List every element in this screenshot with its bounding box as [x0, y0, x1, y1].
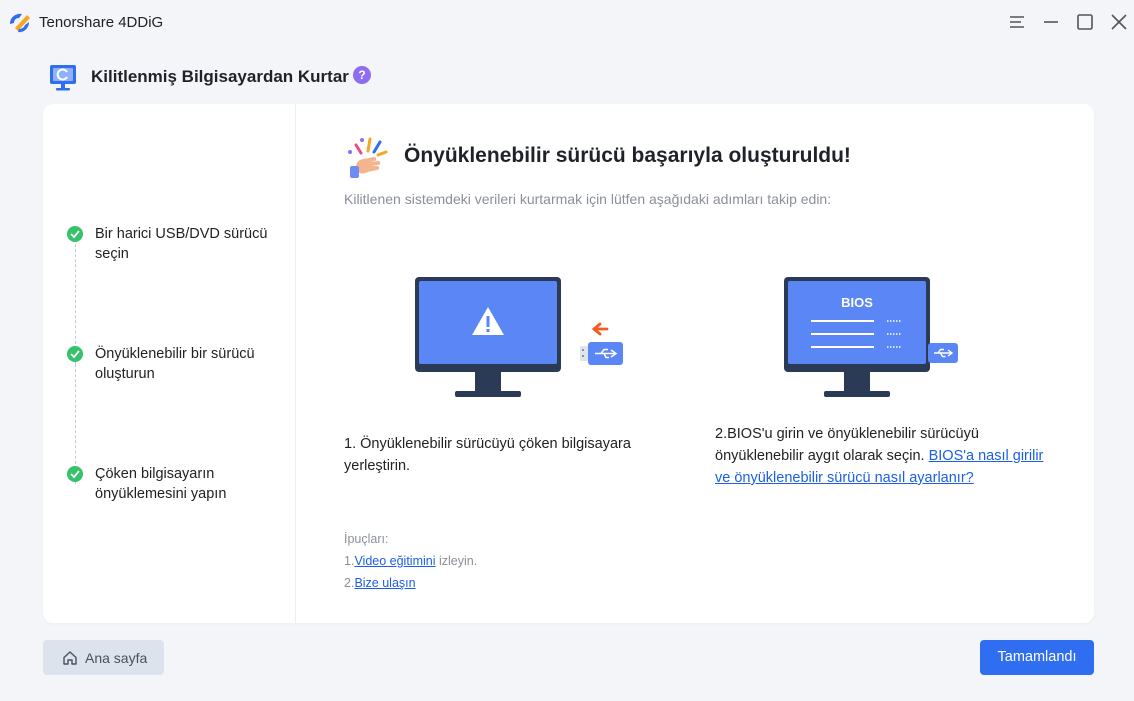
- video-tutorial-link[interactable]: Video eğitimini: [354, 554, 435, 568]
- title-bar: Tenorshare 4DDiG: [0, 0, 1134, 44]
- maximize-icon[interactable]: [1075, 12, 1095, 32]
- page-title: Kilitlenmiş Bilgisayardan Kurtar: [91, 67, 349, 86]
- step2-text: 2.BIOS'u girin ve önyüklenebilir sürücüy…: [715, 423, 1045, 489]
- tip-1-number: 1.: [344, 554, 355, 568]
- done-button[interactable]: Tamamlandı: [980, 640, 1094, 675]
- home-button-label: Ana sayfa: [85, 650, 148, 666]
- tip-2-number: 2.: [344, 576, 355, 590]
- instruction-text: Kilitlenen sistemdeki verileri kurtarmak…: [344, 191, 832, 207]
- celebration-icon: [348, 137, 388, 178]
- bios-label: BIOS: [841, 295, 873, 310]
- minimize-icon[interactable]: [1041, 12, 1061, 32]
- help-icon[interactable]: ?: [353, 66, 371, 84]
- tip-1: 1.Video eğitimini izleyin.: [344, 550, 477, 572]
- step-label: Bir harici USB/DVD sürücü seçin: [95, 226, 268, 262]
- bios-illustration: BIOS: [784, 277, 958, 397]
- computer-recovery-icon: [50, 65, 76, 91]
- close-icon[interactable]: [1109, 12, 1129, 32]
- app-logo-icon: [10, 13, 30, 33]
- contact-us-link[interactable]: Bize ulaşın: [354, 576, 415, 590]
- content-area: Önyüklenebilir sürücü başarıyla oluşturu…: [296, 104, 1094, 623]
- main-card: Bir harici USB/DVD sürücü seçin Önyüklen…: [43, 104, 1094, 623]
- step-label: Çöken bilgisayarın önyüklemesini yapın: [95, 466, 227, 502]
- menu-icon[interactable]: [1007, 12, 1027, 32]
- step-label: Önyüklenebilir bir sürücü oluşturun: [95, 346, 255, 382]
- check-icon: [67, 346, 83, 362]
- check-icon: [67, 466, 83, 482]
- tip-1-suffix: izleyin.: [435, 554, 478, 568]
- steps-panel: Bir harici USB/DVD sürücü seçin Önyüklen…: [43, 104, 296, 623]
- home-icon: [63, 651, 77, 665]
- step1-text: 1. Önyüklenebilir sürücüyü çöken bilgisa…: [344, 436, 631, 474]
- tips-title: İpuçları:: [344, 532, 389, 546]
- tip-2: 2.Bize ulaşın: [344, 572, 477, 594]
- check-icon: [67, 226, 83, 242]
- success-title: Önyüklenebilir sürücü başarıyla oluşturu…: [404, 144, 851, 167]
- tips-section: İpuçları: 1.Video eğitimini izleyin. 2.B…: [344, 528, 477, 594]
- insert-usb-illustration: [415, 277, 623, 397]
- app-title: Tenorshare 4DDiG: [39, 14, 164, 31]
- home-button[interactable]: Ana sayfa: [43, 640, 164, 675]
